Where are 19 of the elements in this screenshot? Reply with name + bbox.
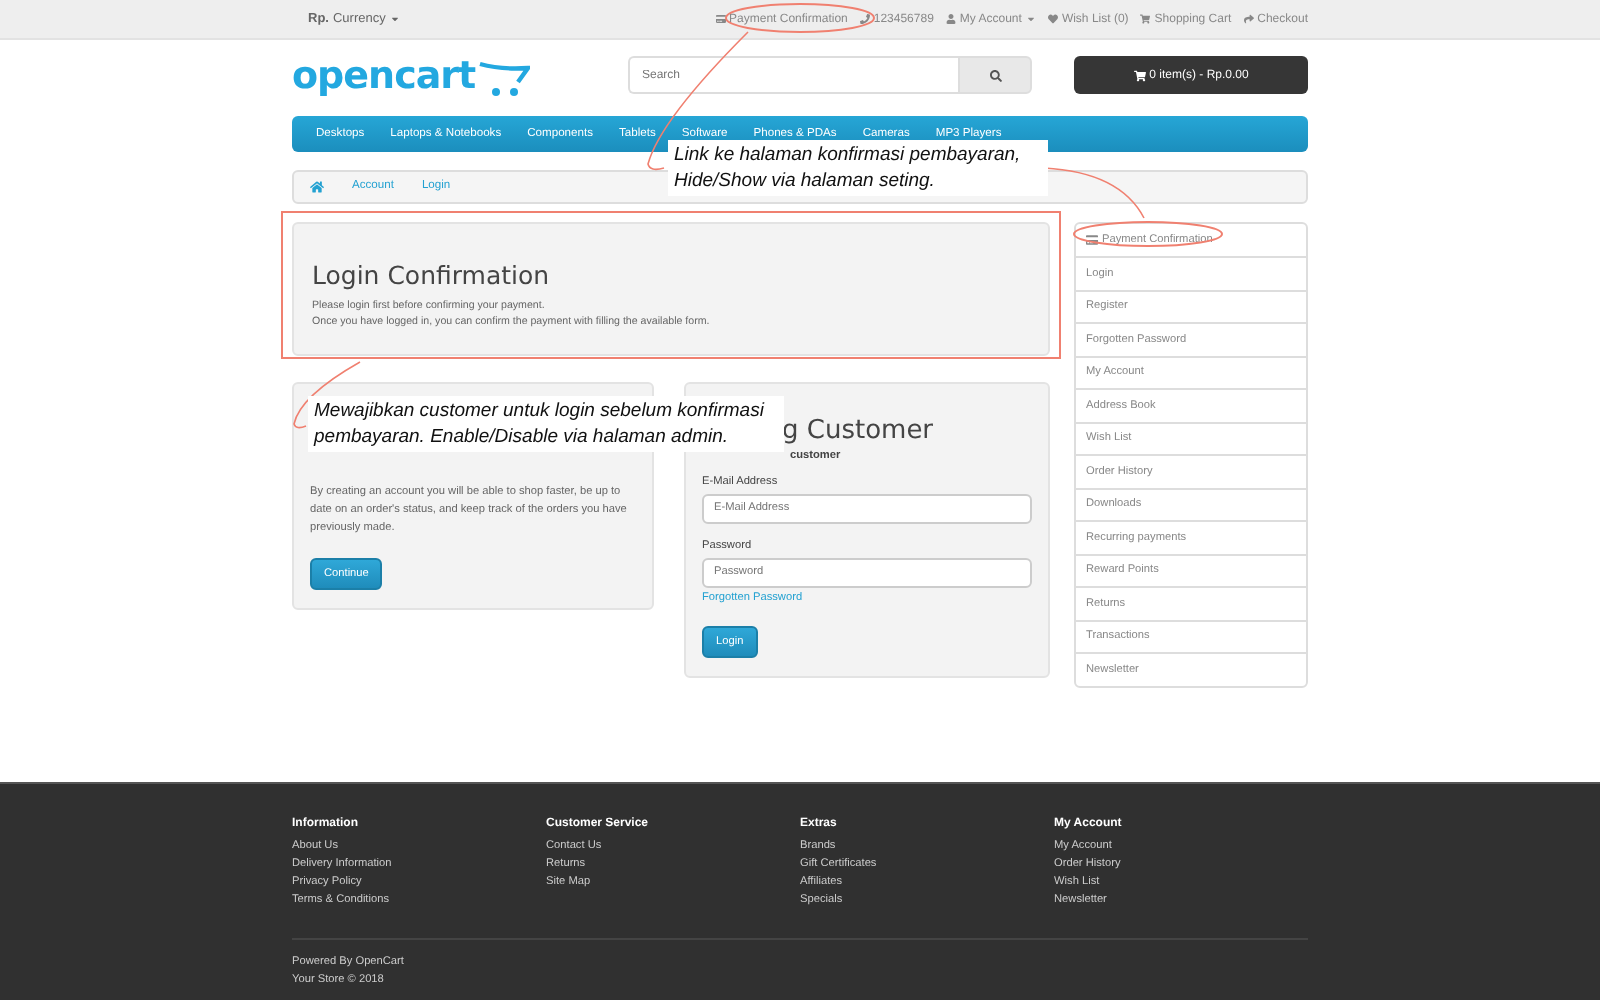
cart-icon xyxy=(1133,69,1146,82)
heart-icon xyxy=(1047,14,1058,24)
search-icon xyxy=(989,69,1001,82)
card-heading: g Customer xyxy=(782,415,936,446)
caret-icon xyxy=(1025,14,1036,24)
phone-icon xyxy=(859,14,870,24)
annotation-line xyxy=(1043,167,1145,219)
share-icon xyxy=(1243,14,1254,24)
page-title: Login Confirmation xyxy=(312,259,552,290)
card-icon xyxy=(715,14,726,24)
caret-icon xyxy=(389,14,400,24)
home-icon[interactable] xyxy=(310,179,324,194)
annotation-callout: Link ke halaman konfirmasi pembayaran, Hide/Show via halaman seting. xyxy=(668,140,1048,196)
cart-icon xyxy=(1140,14,1151,24)
user-icon xyxy=(945,14,956,24)
store-logo[interactable]: opencart xyxy=(292,53,530,98)
card-icon xyxy=(1086,233,1098,246)
search-button[interactable] xyxy=(958,56,1032,95)
annotation-callout: Mewajibkan customer untuk login sebelum konfirmasi pembayaran. Enable/Disable via halaman admin. xyxy=(308,396,784,452)
